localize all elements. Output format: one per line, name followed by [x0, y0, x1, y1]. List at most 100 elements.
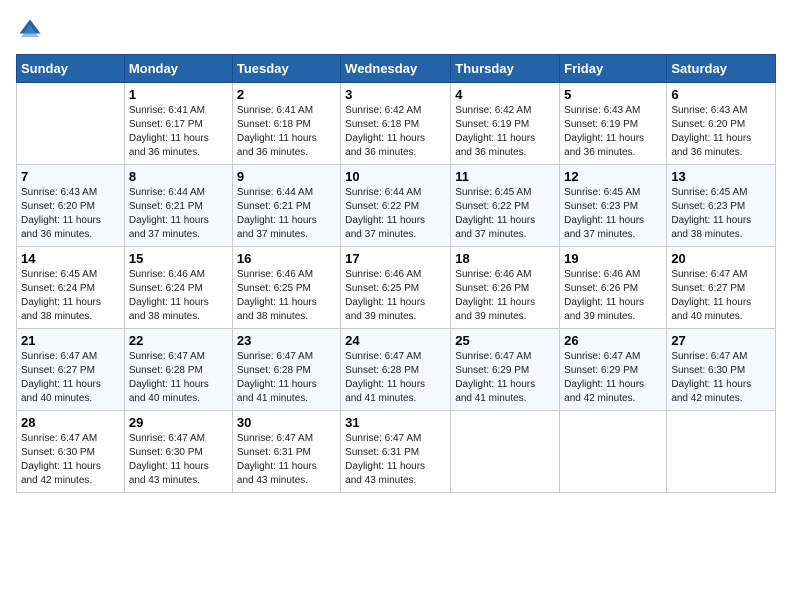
- day-info: Sunrise: 6:45 AMSunset: 6:24 PMDaylight:…: [21, 268, 120, 324]
- day-number: 18: [455, 251, 555, 266]
- day-header-thursday: Thursday: [451, 55, 560, 83]
- calendar-cell: 4Sunrise: 6:42 AMSunset: 6:19 PMDaylight…: [451, 83, 560, 165]
- calendar-cell: 15 Sunrise: 6:46 AMSunset: 6:24 PMDayligh…: [124, 247, 232, 329]
- day-info: Sunrise: 6:47 AMSunset: 6:30 PMDaylight:…: [129, 432, 228, 488]
- day-info: Sunrise: 6:41 AMSunset: 6:18 PMDaylight:…: [237, 104, 336, 160]
- day-info: Sunrise: 6:42 AMSunset: 6:18 PMDaylight:…: [345, 104, 446, 160]
- page-header: [16, 16, 776, 44]
- day-info: Sunrise: 6:47 AMSunset: 6:27 PMDaylight:…: [671, 268, 771, 324]
- day-header-monday: Monday: [124, 55, 232, 83]
- calendar-cell: 8 Sunrise: 6:44 AMSunset: 6:21 PMDaylight…: [124, 165, 232, 247]
- week-row-2: 7 Sunrise: 6:43 AMSunset: 6:20 PMDaylight…: [17, 165, 776, 247]
- day-number: 5: [564, 87, 662, 102]
- calendar-cell: 20 Sunrise: 6:47 AMSunset: 6:27 PMDayligh…: [667, 247, 776, 329]
- calendar-cell: 13Sunrise: 6:45 AMSunset: 6:23 PMDayligh…: [667, 165, 776, 247]
- day-number: 29: [129, 415, 228, 430]
- day-number: 8: [129, 169, 228, 184]
- day-number: 28: [21, 415, 120, 430]
- day-header-friday: Friday: [560, 55, 667, 83]
- calendar-cell: 6 Sunrise: 6:43 AMSunset: 6:20 PMDaylight…: [667, 83, 776, 165]
- day-header-saturday: Saturday: [667, 55, 776, 83]
- day-info: Sunrise: 6:46 AMSunset: 6:24 PMDaylight:…: [129, 268, 228, 324]
- calendar-cell: 21 Sunrise: 6:47 AMSunset: 6:27 PMDayligh…: [17, 329, 125, 411]
- day-info: Sunrise: 6:45 AMSunset: 6:23 PMDaylight:…: [671, 186, 771, 242]
- day-info: Sunrise: 6:47 AMSunset: 6:27 PMDaylight:…: [21, 350, 120, 406]
- day-info: Sunrise: 6:47 AMSunset: 6:30 PMDaylight:…: [671, 350, 771, 406]
- day-number: 10: [345, 169, 446, 184]
- calendar-cell: 28 Sunrise: 6:47 AMSunset: 6:30 PMDayligh…: [17, 411, 125, 493]
- calendar-cell: 29 Sunrise: 6:47 AMSunset: 6:30 PMDayligh…: [124, 411, 232, 493]
- calendar-cell: [667, 411, 776, 493]
- calendar-cell: 22Sunrise: 6:47 AMSunset: 6:28 PMDayligh…: [124, 329, 232, 411]
- day-info: Sunrise: 6:44 AMSunset: 6:22 PMDaylight:…: [345, 186, 446, 242]
- day-info: Sunrise: 6:47 AMSunset: 6:29 PMDaylight:…: [455, 350, 555, 406]
- day-number: 15: [129, 251, 228, 266]
- day-number: 1: [129, 87, 228, 102]
- logo: [16, 16, 48, 44]
- day-info: Sunrise: 6:44 AMSunset: 6:21 PMDaylight:…: [237, 186, 336, 242]
- day-number: 19: [564, 251, 662, 266]
- day-number: 6: [671, 87, 771, 102]
- calendar-cell: 30Sunrise: 6:47 AMSunset: 6:31 PMDayligh…: [232, 411, 340, 493]
- calendar-cell: 27 Sunrise: 6:47 AMSunset: 6:30 PMDayligh…: [667, 329, 776, 411]
- calendar-cell: [560, 411, 667, 493]
- day-info: Sunrise: 6:47 AMSunset: 6:28 PMDaylight:…: [345, 350, 446, 406]
- calendar-cell: 18 Sunrise: 6:46 AMSunset: 6:26 PMDayligh…: [451, 247, 560, 329]
- day-number: 16: [237, 251, 336, 266]
- day-number: 23: [237, 333, 336, 348]
- calendar-cell: 7 Sunrise: 6:43 AMSunset: 6:20 PMDaylight…: [17, 165, 125, 247]
- day-info: Sunrise: 6:43 AMSunset: 6:20 PMDaylight:…: [21, 186, 120, 242]
- week-row-4: 21 Sunrise: 6:47 AMSunset: 6:27 PMDayligh…: [17, 329, 776, 411]
- day-number: 21: [21, 333, 120, 348]
- day-header-tuesday: Tuesday: [232, 55, 340, 83]
- day-number: 14: [21, 251, 120, 266]
- calendar-cell: 23 Sunrise: 6:47 AMSunset: 6:28 PMDayligh…: [232, 329, 340, 411]
- day-number: 9: [237, 169, 336, 184]
- calendar-cell: 31Sunrise: 6:47 AMSunset: 6:31 PMDayligh…: [341, 411, 451, 493]
- day-info: Sunrise: 6:44 AMSunset: 6:21 PMDaylight:…: [129, 186, 228, 242]
- day-number: 4: [455, 87, 555, 102]
- day-info: Sunrise: 6:46 AMSunset: 6:26 PMDaylight:…: [564, 268, 662, 324]
- day-number: 17: [345, 251, 446, 266]
- day-number: 22: [129, 333, 228, 348]
- calendar-cell: 9 Sunrise: 6:44 AMSunset: 6:21 PMDaylight…: [232, 165, 340, 247]
- calendar-cell: 11 Sunrise: 6:45 AMSunset: 6:22 PMDayligh…: [451, 165, 560, 247]
- day-header-wednesday: Wednesday: [341, 55, 451, 83]
- day-number: 25: [455, 333, 555, 348]
- calendar-cell: [451, 411, 560, 493]
- day-number: 11: [455, 169, 555, 184]
- day-number: 7: [21, 169, 120, 184]
- calendar-cell: 17Sunrise: 6:46 AMSunset: 6:25 PMDayligh…: [341, 247, 451, 329]
- day-info: Sunrise: 6:45 AMSunset: 6:23 PMDaylight:…: [564, 186, 662, 242]
- week-row-5: 28 Sunrise: 6:47 AMSunset: 6:30 PMDayligh…: [17, 411, 776, 493]
- day-number: 24: [345, 333, 446, 348]
- day-info: Sunrise: 6:46 AMSunset: 6:25 PMDaylight:…: [237, 268, 336, 324]
- logo-icon: [16, 16, 44, 44]
- calendar-cell: 14 Sunrise: 6:45 AMSunset: 6:24 PMDayligh…: [17, 247, 125, 329]
- day-header-sunday: Sunday: [17, 55, 125, 83]
- day-info: Sunrise: 6:41 AMSunset: 6:17 PMDaylight:…: [129, 104, 228, 160]
- calendar-cell: 24 Sunrise: 6:47 AMSunset: 6:28 PMDayligh…: [341, 329, 451, 411]
- day-info: Sunrise: 6:47 AMSunset: 6:28 PMDaylight:…: [237, 350, 336, 406]
- day-number: 3: [345, 87, 446, 102]
- day-info: Sunrise: 6:45 AMSunset: 6:22 PMDaylight:…: [455, 186, 555, 242]
- day-number: 27: [671, 333, 771, 348]
- day-info: Sunrise: 6:47 AMSunset: 6:30 PMDaylight:…: [21, 432, 120, 488]
- calendar-cell: 2 Sunrise: 6:41 AMSunset: 6:18 PMDaylight…: [232, 83, 340, 165]
- calendar-cell: 3 Sunrise: 6:42 AMSunset: 6:18 PMDaylight…: [341, 83, 451, 165]
- day-number: 20: [671, 251, 771, 266]
- day-number: 12: [564, 169, 662, 184]
- day-info: Sunrise: 6:46 AMSunset: 6:26 PMDaylight:…: [455, 268, 555, 324]
- day-number: 30: [237, 415, 336, 430]
- calendar-cell: 1 Sunrise: 6:41 AMSunset: 6:17 PMDaylight…: [124, 83, 232, 165]
- calendar-cell: 12 Sunrise: 6:45 AMSunset: 6:23 PMDayligh…: [560, 165, 667, 247]
- calendar-cell: 10 Sunrise: 6:44 AMSunset: 6:22 PMDayligh…: [341, 165, 451, 247]
- calendar-cell: 25 Sunrise: 6:47 AMSunset: 6:29 PMDayligh…: [451, 329, 560, 411]
- calendar-table: SundayMondayTuesdayWednesdayThursdayFrid…: [16, 54, 776, 493]
- day-info: Sunrise: 6:47 AMSunset: 6:31 PMDaylight:…: [345, 432, 446, 488]
- day-info: Sunrise: 6:43 AMSunset: 6:20 PMDaylight:…: [671, 104, 771, 160]
- calendar-cell: 26Sunrise: 6:47 AMSunset: 6:29 PMDayligh…: [560, 329, 667, 411]
- week-row-3: 14 Sunrise: 6:45 AMSunset: 6:24 PMDayligh…: [17, 247, 776, 329]
- calendar-cell: 16 Sunrise: 6:46 AMSunset: 6:25 PMDayligh…: [232, 247, 340, 329]
- day-number: 2: [237, 87, 336, 102]
